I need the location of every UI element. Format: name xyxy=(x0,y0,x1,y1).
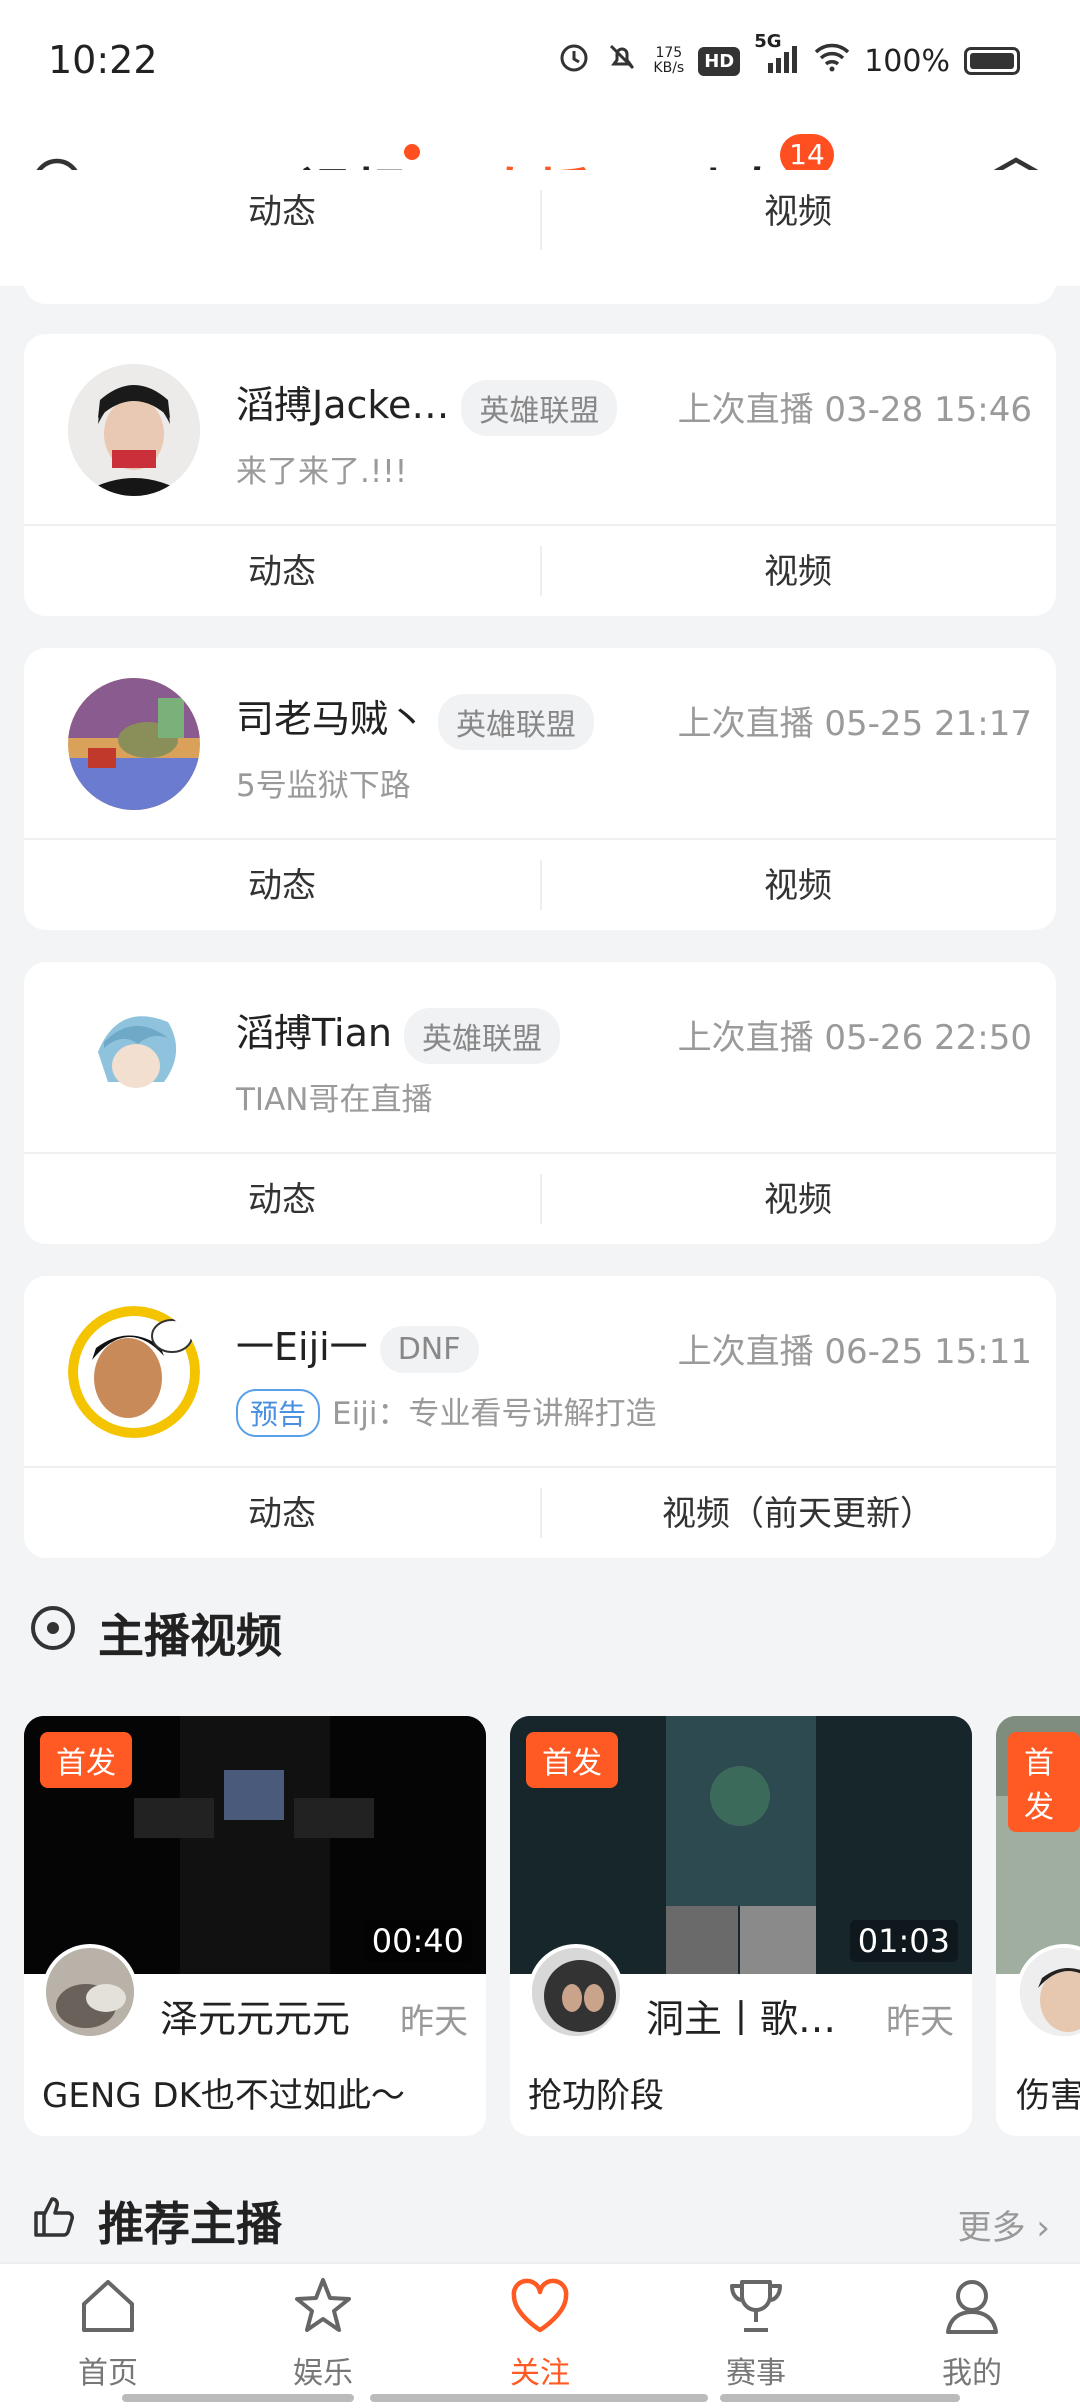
nav-events[interactable]: 赛事 xyxy=(696,2274,816,2392)
trophy-icon xyxy=(730,2280,782,2332)
card-video-button[interactable]: 视频 xyxy=(540,526,1056,616)
video-title: GENG DK也不过如此～ xyxy=(42,2076,405,2116)
game-tag: 英雄联盟 xyxy=(438,693,595,750)
first-release-tag: 首发 xyxy=(40,1732,132,1788)
game-tag: DNF xyxy=(379,1326,479,1373)
last-live-time: 上次直播 05-26 22:50 xyxy=(677,1018,1032,1058)
video-duration: 00:40 xyxy=(363,1920,472,1962)
user-icon xyxy=(946,2280,998,2334)
nav-home[interactable]: 首页 xyxy=(48,2274,168,2392)
video-title: 伤害 xyxy=(1016,2076,1080,2116)
avatar xyxy=(68,992,200,1124)
author-avatar xyxy=(42,1944,138,2040)
battery-percent: 100% xyxy=(864,43,950,79)
last-live-time: 上次直播 03-28 15:46 xyxy=(677,390,1032,430)
streamer-desc: 来了来了.!!! xyxy=(236,454,408,490)
video-card[interactable]: 首发 00:40 泽元元元元 昨天 GENG DK也不过如此～ xyxy=(24,1716,486,2136)
gesture-bar xyxy=(122,2394,354,2402)
section-title: 推荐主播 xyxy=(98,2197,282,2251)
mute-bell-icon xyxy=(605,40,639,82)
hd-icon: HD xyxy=(698,46,741,76)
streamer-name: 司老马贼丶 英雄联盟 xyxy=(236,688,595,750)
star-icon xyxy=(295,2278,351,2332)
more-link[interactable]: 更多 › xyxy=(958,2200,1050,2249)
nav-follow[interactable]: 关注 xyxy=(480,2274,600,2392)
streamer-card[interactable]: 滔搏Jacke… 英雄联盟 上次直播 03-28 15:46 来了来了.!!! 动… xyxy=(24,334,1056,616)
section-recommend: 推荐主播 xyxy=(30,2188,282,2254)
streamer-card[interactable]: 司老马贼丶 英雄联盟 上次直播 05-25 21:17 5号监狱下路 动态 视频 xyxy=(24,648,1056,930)
wifi-icon xyxy=(814,42,850,80)
author-avatar xyxy=(528,1944,624,2040)
last-live-time: 上次直播 06-25 15:11 xyxy=(677,1332,1032,1372)
card-dynamic-button[interactable]: 动态 xyxy=(24,1468,540,1558)
video-author: 泽元元元元 xyxy=(160,1997,351,2041)
streamer-name: 滔搏Jacke… 英雄联盟 xyxy=(236,374,618,436)
video-card[interactable]: 首发 01:03 洞主丨歌… 昨天 抢功阶段 xyxy=(510,1716,972,2136)
avatar xyxy=(68,678,200,810)
video-time: 昨天 xyxy=(400,2002,468,2042)
streamer-name: 一Eiji一 DNF xyxy=(236,1316,479,1373)
avatar xyxy=(68,1306,200,1438)
streamer-desc: 预告 Eiji：专业看号讲解打造 xyxy=(236,1388,656,1437)
streamer-card[interactable]: 滔搏Tian 英雄联盟 上次直播 05-26 22:50 TIAN哥在直播 动态 … xyxy=(24,962,1056,1244)
status-bar: 10:22 175 KB/s HD 5G 100% xyxy=(0,0,1080,120)
streamer-name: 滔搏Tian 英雄联盟 xyxy=(236,1002,560,1064)
video-time: 昨天 xyxy=(886,2002,954,2042)
top-nav-cover xyxy=(0,250,1080,286)
nav-mine[interactable]: 我的 xyxy=(912,2274,1032,2392)
card-dynamic-button[interactable]: 动态 xyxy=(24,840,540,930)
alarm-icon xyxy=(557,40,591,82)
battery-icon xyxy=(964,47,1020,75)
card-video-button[interactable]: 视频 xyxy=(540,840,1056,930)
game-tag: 英雄联盟 xyxy=(461,379,618,436)
signal-icon: 5G xyxy=(754,31,800,78)
streamer-desc: TIAN哥在直播 xyxy=(236,1082,433,1118)
nav-entertainment[interactable]: 娱乐 xyxy=(263,2274,383,2392)
bottom-nav: 首页 娱乐 关注 赛事 我的 xyxy=(0,2262,1080,2408)
card-dynamic-button[interactable]: 动态 xyxy=(24,1154,540,1244)
card-video-button[interactable]: 视频 xyxy=(540,1154,1056,1244)
net-speed: 175 KB/s xyxy=(653,45,685,76)
streamer-card[interactable]: 一Eiji一 DNF 上次直播 06-25 15:11 预告 Eiji：专业看号讲解… xyxy=(24,1276,1056,1558)
heart-icon xyxy=(511,2278,569,2333)
status-time: 10:22 xyxy=(48,38,158,82)
first-release-tag: 首发 xyxy=(526,1732,618,1788)
video-author: 洞主丨歌… xyxy=(646,1997,837,2041)
last-live-time: 上次直播 05-25 21:17 xyxy=(677,704,1032,744)
video-play-icon xyxy=(30,1605,76,1662)
video-red-dot xyxy=(404,144,420,160)
section-streamer-videos: 主播视频 xyxy=(30,1600,282,1666)
gesture-bar xyxy=(370,2394,708,2402)
thumbs-up-icon xyxy=(30,2193,76,2250)
video-card[interactable]: 首发 伤害 xyxy=(996,1716,1080,2136)
video-thumbnail: 首发 01:03 xyxy=(510,1716,972,1974)
avatar xyxy=(68,364,200,496)
section-title: 主播视频 xyxy=(98,1609,282,1663)
game-tag: 英雄联盟 xyxy=(403,1007,560,1064)
card-video-button[interactable]: 视频（前天更新） xyxy=(540,1468,1056,1558)
card-dynamic-button[interactable]: 动态 xyxy=(24,526,540,616)
video-title: 抢功阶段 xyxy=(528,2076,664,2116)
video-thumbnail: 首发 00:40 xyxy=(24,1716,486,1974)
preview-badge: 预告 xyxy=(236,1389,321,1437)
video-thumbnail: 首发 xyxy=(996,1716,1080,1974)
streamer-desc: 5号监狱下路 xyxy=(236,768,411,804)
gesture-bar xyxy=(720,2394,960,2402)
status-icons: 175 KB/s HD 5G 100% xyxy=(557,31,1020,82)
first-release-tag: 首发 xyxy=(1008,1732,1080,1832)
home-icon xyxy=(82,2280,134,2332)
video-duration: 01:03 xyxy=(849,1920,958,1962)
